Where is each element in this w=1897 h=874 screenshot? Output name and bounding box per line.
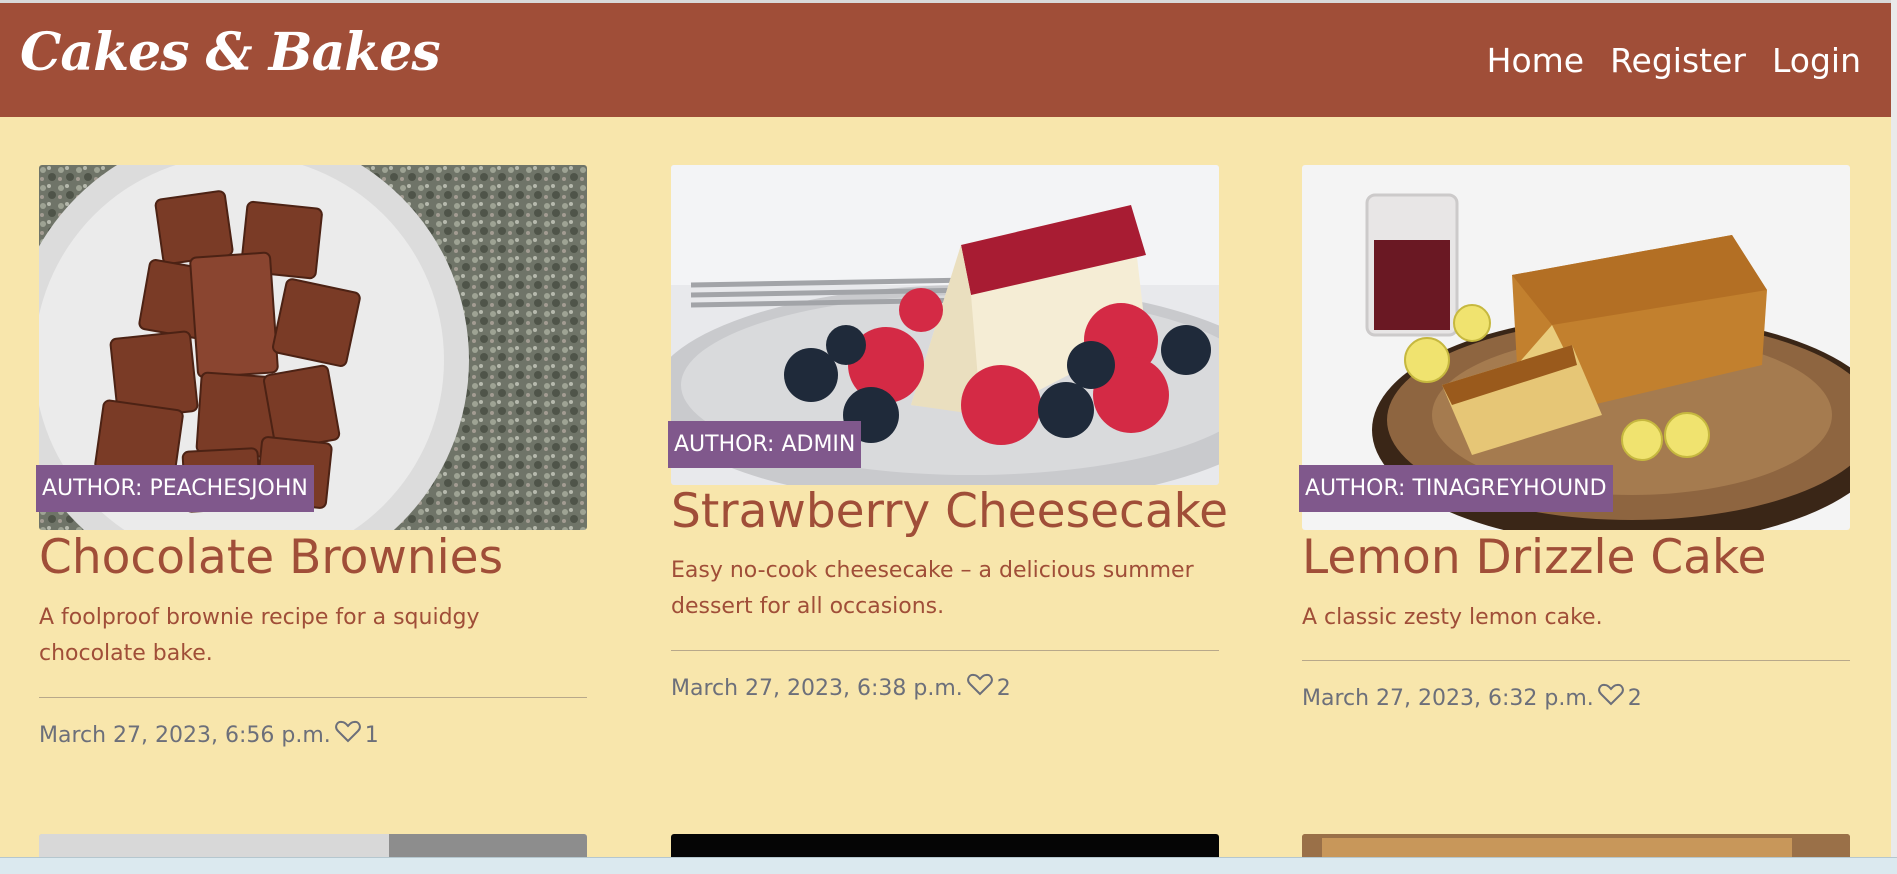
nav-login-link[interactable]: Login [1772,41,1861,80]
card-divider [671,650,1219,651]
recipe-meta: March 27, 2023, 6:32 p.m. 2 [1302,683,1642,713]
recipe-date: March 27, 2023, 6:56 p.m. [39,722,331,748]
author-badge: AUTHOR: ADMIN [668,421,862,468]
nav-register-link[interactable]: Register [1610,41,1746,80]
card-divider [39,697,587,698]
like-count: 1 [364,722,379,748]
recipe-excerpt: A classic zesty lemon cake. [1302,605,1603,630]
recipe-date: March 27, 2023, 6:32 p.m. [1302,685,1594,711]
recipe-excerpt: A foolproof brownie recipe for a squidgy… [39,605,480,666]
recipe-excerpt: Easy no-cook cheesecake – a delicious su… [671,558,1194,619]
heart-icon [966,673,993,703]
scrollbar[interactable] [1891,0,1897,873]
recipe-image-partial[interactable] [671,834,1219,857]
recipe-title[interactable]: Chocolate Brownies [39,530,503,585]
site-logo[interactable]: Cakes & Bakes [20,27,441,79]
recipe-meta: March 27, 2023, 6:38 p.m. 2 [671,673,1011,703]
recipe-title[interactable]: Lemon Drizzle Cake [1302,530,1766,585]
recipe-title[interactable]: Strawberry Cheesecake [671,484,1228,539]
heart-icon [334,720,361,750]
recipe-date: March 27, 2023, 6:38 p.m. [671,675,963,701]
navbar: Cakes & Bakes Home Register Login [0,3,1891,117]
author-badge: AUTHOR: TINAGREYHOUND [1299,465,1613,512]
taskbar [0,857,1897,874]
nav-links: Home Register Login [1487,41,1861,80]
recipe-image-partial[interactable] [1302,834,1850,857]
recipe-meta: March 27, 2023, 6:56 p.m. 1 [39,720,379,750]
author-badge: AUTHOR: PEACHESJOHN [36,465,314,512]
heart-icon [1597,683,1624,713]
card-divider [1302,660,1850,661]
nav-home-link[interactable]: Home [1487,41,1584,80]
like-count: 2 [996,675,1011,701]
like-count: 2 [1627,685,1642,711]
recipe-image-partial[interactable] [39,834,587,857]
